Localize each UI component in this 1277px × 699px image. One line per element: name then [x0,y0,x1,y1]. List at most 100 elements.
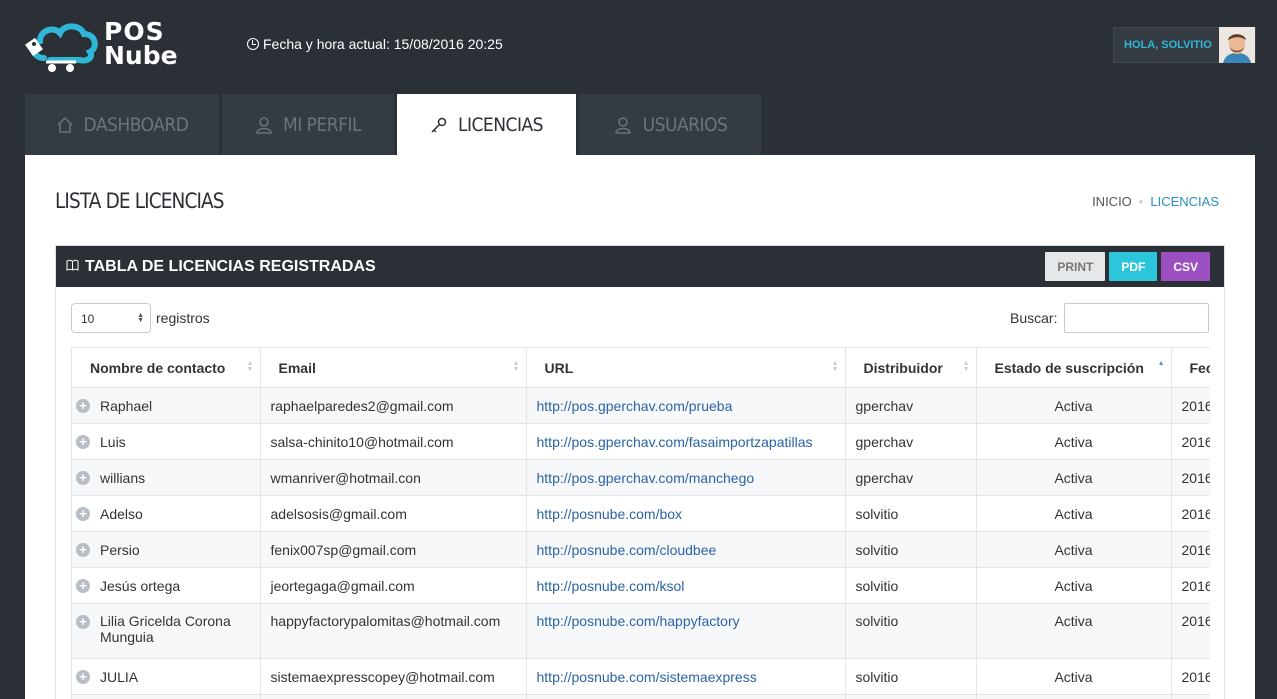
cell-distribuidor: gperchav [845,387,977,424]
datetime-text: Fecha y hora actual: 15/08/2016 20:25 [263,36,503,52]
table-header-row: Nombre de contacto ▲ ▼ Email ▲ ▼ URL ▲ ▼ Distr… [72,347,1210,388]
cell-nombre: + willians [72,459,261,496]
cell-distribuidor: solvitio [845,567,977,604]
cell-email: sistemaexpresscopey@hotmail.com [260,658,527,695]
cell-fecha: 2016 [1171,658,1210,695]
table-row[interactable]: + Jesús ortega jeortegaga@gmail.com http://… [72,567,1210,604]
cell-url[interactable]: http://pos.gperchav.com/manchego [526,459,846,496]
cell-email [260,694,527,699]
cell-estado: Activa [976,423,1172,460]
sort-icon: ▲ ▼ [512,360,520,373]
cell-nombre: + Jesús ortega [72,567,261,604]
table-row[interactable]: + Adelso adelsosis@gmail.com http://posnube… [72,495,1210,532]
expand-row-icon[interactable]: + [76,506,90,521]
tab-label: DASHBOARD [83,113,189,136]
cell-nombre: + Lilia Gricelda Corona Munguia [72,603,261,659]
cell-distribuidor: gperchav [845,459,977,496]
print-button[interactable]: PRINT [1045,252,1106,281]
cell-estado: Activa [976,495,1172,532]
cell-url[interactable]: http://posnube.com/ksol [526,567,846,604]
key-icon [430,116,448,134]
current-datetime: Fecha y hora actual: 15/08/2016 20:25 [247,36,503,52]
column-header-distribuidor[interactable]: Distribuidor ▲ ▼ [845,347,977,388]
table-row[interactable]: + JULIA sistemaexpresscopey@hotmail.com htt… [72,658,1210,695]
expand-row-icon[interactable]: + [76,434,90,449]
contact-name: Persio [100,541,140,558]
expand-row-icon[interactable]: + [76,615,90,629]
cell-nombre: + Adelso [72,495,261,532]
tab-label: USUARIOS [642,113,728,136]
cell-fecha: 2016 [1171,603,1210,659]
cell-url[interactable]: http://pos.gperchav.com/fasaimportzapati… [526,423,846,460]
cell-nombre: + JULIA [72,658,261,695]
cell-nombre [72,694,261,699]
table-row[interactable]: + willians wmanriver@hotmail.con http://pos… [72,459,1210,496]
tab-usuarios[interactable]: USUARIOS [579,94,761,155]
cell-url[interactable]: http://posnube.com/happyfactory [526,603,846,659]
page-size-value: 10 [81,312,95,326]
book-icon [66,258,79,276]
cell-email: happyfactorypalomitas@hotmail.com [260,603,527,659]
cell-url[interactable]: http://posnube.com/cloudbee [526,531,846,568]
sort-icon: ▲ ▼ [246,360,254,373]
cell-fecha: 2016 [1171,387,1210,424]
tab-licencias[interactable]: LICENCIAS [397,94,576,155]
licenses-table-wrapper[interactable]: Nombre de contacto ▲ ▼ Email ▲ ▼ URL ▲ ▼ Distr… [71,347,1210,699]
breadcrumb-home[interactable]: INICIO [1092,194,1132,209]
expand-row-icon[interactable]: + [76,542,90,557]
tab-label: MI PERFIL [282,113,362,136]
expand-row-icon[interactable]: + [76,398,90,413]
table-row[interactable]: + Raphael raphaelparedes2@gmail.com http://… [72,387,1210,424]
cell-url[interactable]: http://pos.gperchav.com/prueba [526,387,846,424]
cell-nombre: + Raphael [72,387,261,424]
cell-url[interactable]: http://posnube.com/sistemaexpress [526,658,846,695]
cell-distribuidor: solvitio [845,658,977,695]
search-input[interactable] [1064,303,1209,333]
cell-url[interactable]: http://posnube.com/box [526,495,846,532]
column-header-fecha[interactable]: Fec [1171,347,1210,388]
home-icon [56,116,74,134]
column-header-email[interactable]: Email ▲ ▼ [260,347,527,388]
cell-distribuidor: solvitio [845,495,977,532]
box-title: TABLA DE LICENCIAS REGISTRADAS [85,257,376,275]
clock-icon [247,38,259,50]
cell-nombre: + Luis [72,423,261,460]
main-nav-tabs: DASHBOARD MI PERFIL LICENCIAS USUARIOS [25,94,764,155]
expand-row-icon[interactable]: + [76,470,90,485]
cell-distribuidor: solvitio [845,531,977,568]
cell-url[interactable] [526,694,846,699]
cell-estado: Activa [976,387,1172,424]
tab-dashboard[interactable]: DASHBOARD [25,94,219,155]
table-row[interactable]: + Persio fenix007sp@gmail.com http://posnub… [72,531,1210,568]
column-header-estado[interactable]: Estado de suscripción ▲ [976,347,1172,388]
pos-nube-logo[interactable]: POS Nube [24,18,184,74]
page-size-select[interactable]: 10 ▲ ▼ [71,303,151,333]
pdf-button[interactable]: PDF [1109,252,1158,281]
contact-name: Adelso [100,505,143,522]
cell-fecha: 2016 [1171,459,1210,496]
contact-name: willians [100,469,146,486]
csv-button[interactable]: CSV [1161,252,1210,281]
user-greeting: HOLA, SOLVITIO [1124,39,1212,51]
expand-row-icon[interactable]: + [76,669,90,684]
table-row[interactable] [72,694,1210,699]
table-row[interactable]: + Luis salsa-chinito10@hotmail.com http://p… [72,423,1210,460]
box-header: TABLA DE LICENCIAS REGISTRADAS PRINT PDF… [56,246,1224,287]
cell-fecha [1171,694,1210,699]
user-menu[interactable]: HOLA, SOLVITIO [1113,27,1256,63]
expand-row-icon[interactable]: + [76,578,90,593]
cell-distribuidor: solvitio [845,603,977,659]
cell-email: salsa-chinito10@hotmail.com [260,423,527,460]
breadcrumb-current[interactable]: LICENCIAS [1150,194,1219,209]
cell-email: jeortegaga@gmail.com [260,567,527,604]
tab-label: LICENCIAS [457,113,544,136]
tab-mi-perfil[interactable]: MI PERFIL [222,94,394,155]
cell-email: adelsosis@gmail.com [260,495,527,532]
table-row[interactable]: + Lilia Gricelda Corona Munguia happyfacto… [72,603,1210,659]
column-header-nombre[interactable]: Nombre de contacto ▲ ▼ [72,347,261,388]
column-header-url[interactable]: URL ▲ ▼ [526,347,846,388]
cell-fecha: 2016 [1171,495,1210,532]
sort-ascending-icon: ▲ [1157,360,1165,367]
cell-distribuidor [845,694,977,699]
cell-estado: Activa [976,603,1172,659]
